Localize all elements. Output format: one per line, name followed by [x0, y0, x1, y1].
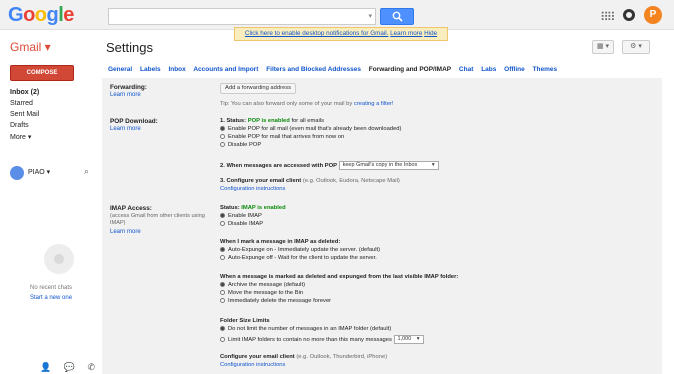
- imap-description: (access Gmail from other clients using I…: [110, 213, 205, 226]
- forwarding-learn-more-link[interactable]: Learn more: [110, 92, 141, 98]
- tab-filters[interactable]: Filters and Blocked Addresses: [266, 66, 361, 73]
- phone-icon[interactable]: ✆: [87, 362, 95, 372]
- radio-button[interactable]: [220, 247, 225, 252]
- tab-general[interactable]: General: [108, 66, 132, 73]
- pop-learn-more-link[interactable]: Learn more: [110, 126, 141, 132]
- chat-search-icon[interactable]: ⌕: [84, 166, 89, 177]
- gmail-menu-label[interactable]: Gmail ▾: [10, 40, 51, 54]
- imap-expunged-title: When a message is marked as deleted and …: [220, 274, 459, 280]
- pop-status: 1. Status: POP is enabled for all emails: [220, 118, 324, 124]
- notice-hide-link[interactable]: Hide: [424, 30, 437, 37]
- auto-expunge-off-option[interactable]: Auto-Expunge off - Wait for the client t…: [220, 255, 377, 261]
- pop-configure-client: 3. Configure your email client (e.g. Out…: [220, 178, 400, 184]
- imap-disable-option[interactable]: Disable IMAP: [220, 221, 263, 227]
- page-title: Settings: [106, 40, 153, 55]
- sidebar-item-sent[interactable]: Sent Mail: [10, 111, 90, 118]
- forwarding-label: Forwarding:: [110, 84, 147, 91]
- notice-learn-more-link[interactable]: Learn more: [390, 30, 422, 37]
- delete-forever-option[interactable]: Immediately delete the message forever: [220, 298, 331, 304]
- view-toggle-button[interactable]: ▦ ▾: [592, 40, 614, 54]
- tab-offline[interactable]: Offline: [504, 66, 525, 73]
- sidebar-item-drafts[interactable]: Drafts: [10, 122, 90, 129]
- tab-forwarding-pop-imap[interactable]: Forwarding and POP/IMAP: [369, 66, 451, 73]
- tab-inbox[interactable]: Inbox: [168, 66, 185, 73]
- contacts-icon[interactable]: 👤: [40, 362, 51, 372]
- move-to-bin-option[interactable]: Move the message to the Bin: [220, 290, 303, 296]
- archive-message-option[interactable]: Archive the message (default): [220, 282, 305, 288]
- imap-deleted-title: When I mark a message in IMAP as deleted…: [220, 239, 341, 245]
- pop-option-disable[interactable]: Disable POP: [220, 142, 261, 148]
- radio-button[interactable]: [220, 134, 225, 139]
- bottom-bar: 👤 💬 ✆: [40, 362, 105, 373]
- google-logo[interactable]: Google: [8, 4, 74, 27]
- search-input[interactable]: ▾: [108, 8, 376, 25]
- account-avatar[interactable]: P: [644, 6, 662, 24]
- compose-button[interactable]: COMPOSE: [10, 65, 74, 81]
- imap-access-label: IMAP Access:: [110, 205, 152, 212]
- forwarding-tip: Tip: You can also forward only some of y…: [220, 101, 394, 107]
- radio-button[interactable]: [220, 298, 225, 303]
- imap-learn-more-link[interactable]: Learn more: [110, 229, 141, 235]
- pop-download-label: POP Download:: [110, 118, 158, 125]
- search-options-icon[interactable]: ▾: [368, 12, 372, 20]
- radio-button[interactable]: [220, 213, 225, 218]
- user-name[interactable]: PIAO ▾: [28, 168, 50, 176]
- radio-button[interactable]: [220, 142, 225, 147]
- radio-button[interactable]: [220, 326, 225, 331]
- no-limit-option[interactable]: Do not limit the number of messages in a…: [220, 326, 391, 332]
- user-avatar[interactable]: [10, 166, 24, 180]
- radio-button[interactable]: [220, 255, 225, 260]
- imap-configure-client: Configure your email client (e.g. Outloo…: [220, 354, 388, 360]
- radio-button[interactable]: [220, 282, 225, 287]
- imap-config-instructions-link[interactable]: Configuration instructions: [220, 362, 285, 368]
- imap-status: Status: IMAP is enabled: [220, 205, 286, 211]
- pop-option-now-on[interactable]: Enable POP for mail that arrives from no…: [220, 134, 344, 140]
- hangouts-chat-icon[interactable]: 💬: [64, 362, 75, 372]
- apps-grid-icon[interactable]: ⠿⠿: [600, 10, 616, 24]
- tab-accounts[interactable]: Accounts and Import: [193, 66, 258, 73]
- pop-option-all[interactable]: Enable POP for all mail (even mail that'…: [220, 126, 401, 132]
- no-recent-chats-text: No recent chats: [30, 285, 73, 291]
- radio-button[interactable]: [220, 221, 225, 226]
- add-forwarding-address-button[interactable]: Add a forwarding address: [220, 83, 297, 94]
- search-icon: [392, 11, 403, 22]
- auto-expunge-on-option[interactable]: Auto-Expunge on - Immediately update the…: [220, 247, 380, 253]
- enable-notifications-link[interactable]: Click here to enable desktop notificatio…: [245, 30, 389, 37]
- tab-chat[interactable]: Chat: [459, 66, 473, 73]
- sidebar-item-starred[interactable]: Starred: [10, 100, 90, 107]
- hangouts-icon: [44, 244, 74, 274]
- pop-access-setting: 2. When messages are accessed with POP k…: [220, 161, 439, 170]
- notifications-icon[interactable]: [623, 9, 635, 21]
- folder-limit-select[interactable]: 1,000 ▾: [393, 335, 424, 344]
- limit-messages-option[interactable]: Limit IMAP folders to contain no more th…: [220, 335, 424, 344]
- sidebar-item-more[interactable]: More ▾: [10, 133, 90, 141]
- settings-tabs: General Labels Inbox Accounts and Import…: [108, 66, 563, 73]
- radio-button[interactable]: [220, 290, 225, 295]
- imap-enable-option[interactable]: Enable IMAP: [220, 213, 262, 219]
- create-filter-link[interactable]: creating a filter!: [354, 101, 394, 107]
- settings-gear-button[interactable]: ⚙ ▾: [622, 40, 650, 54]
- tab-labs[interactable]: Labs: [481, 66, 496, 73]
- sidebar-item-inbox[interactable]: Inbox (2): [10, 89, 90, 96]
- tab-labels[interactable]: Labels: [140, 66, 161, 73]
- radio-button[interactable]: [220, 126, 225, 131]
- notification-banner: Click here to enable desktop notificatio…: [234, 27, 448, 41]
- pop-config-instructions-link[interactable]: Configuration instructions: [220, 186, 285, 192]
- folder-size-limits-title: Folder Size Limits: [220, 318, 270, 324]
- tab-themes[interactable]: Themes: [533, 66, 558, 73]
- start-new-chat-link[interactable]: Start a new one: [30, 295, 72, 301]
- search-button[interactable]: [380, 8, 414, 25]
- pop-access-select[interactable]: keep Gmail's copy in the Inbox ▾: [338, 161, 439, 170]
- radio-button[interactable]: [220, 337, 225, 342]
